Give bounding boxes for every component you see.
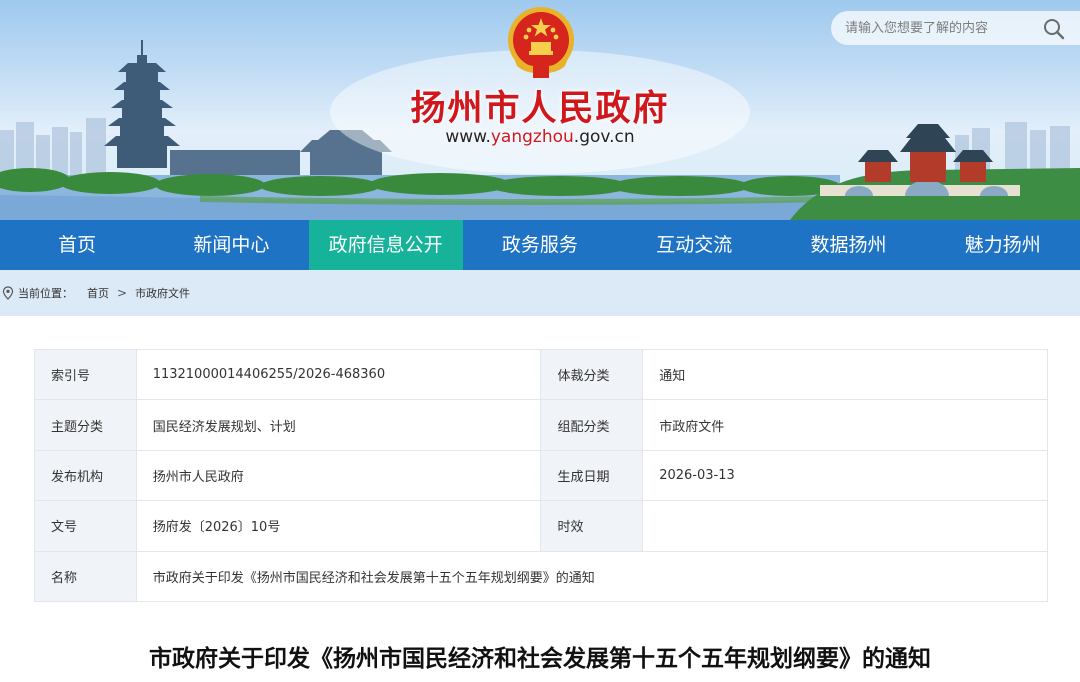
search-input[interactable] <box>845 11 1035 45</box>
site-url-prefix: www. <box>445 127 491 147</box>
meta-label-date: 生成日期 <box>540 449 644 502</box>
meta-label-publisher: 发布机构 <box>34 449 137 502</box>
document-title: 市政府关于印发《扬州市国民经济和社会发展第十五个五年规划纲要》的通知 <box>149 646 931 672</box>
nav-item-home[interactable]: 首页 <box>0 220 154 270</box>
meta-label-validity: 时效 <box>540 500 644 552</box>
document-metadata-table: 索引号 11321000014406255/2026-468360 体裁分类 通… <box>34 348 1049 602</box>
breadcrumb: 当前位置： 首页 > 市政府文件 <box>0 270 1080 316</box>
nav-item-interaction[interactable]: 互动交流 <box>617 220 771 270</box>
meta-label-name: 名称 <box>34 550 137 602</box>
site-url-domain: yangzhou <box>490 127 574 147</box>
site-title: 扬州市人民政府 <box>410 89 670 129</box>
breadcrumb-current-link[interactable]: 市政府文件 <box>135 285 190 301</box>
table-row: 文号 扬府发〔2026〕10号 时效 <box>34 500 1048 552</box>
meta-value-topic: 国民经济发展规划、计划 <box>135 399 542 451</box>
breadcrumb-label: 当前位置： <box>18 287 73 300</box>
search-box <box>831 11 1080 45</box>
national-emblem-icon <box>508 7 574 78</box>
site-url[interactable]: www.yangzhou.gov.cn <box>0 127 1080 147</box>
nav-item-charm[interactable]: 魅力扬州 <box>926 220 1080 270</box>
meta-label-topic: 主题分类 <box>34 399 137 451</box>
nav-item-news[interactable]: 新闻中心 <box>154 220 308 270</box>
nav-item-data[interactable]: 数据扬州 <box>771 220 925 270</box>
breadcrumb-chevron-icon: > <box>117 286 128 300</box>
meta-label-group: 组配分类 <box>540 399 644 451</box>
nav-item-gov-info[interactable]: 政府信息公开 <box>308 220 463 270</box>
meta-value-genre: 通知 <box>642 348 1048 401</box>
table-row: 主题分类 国民经济发展规划、计划 组配分类 市政府文件 <box>34 399 1048 451</box>
meta-value-date: 2026-03-13 <box>642 449 1048 502</box>
meta-value-name: 市政府关于印发《扬州市国民经济和社会发展第十五个五年规划纲要》的通知 <box>135 550 1049 602</box>
meta-label-genre: 体裁分类 <box>540 348 644 401</box>
main-nav: 首页 新闻中心 政府信息公开 政务服务 互动交流 数据扬州 魅力扬州 <box>0 220 1080 270</box>
meta-label-index: 索引号 <box>34 348 137 401</box>
meta-value-group: 市政府文件 <box>642 399 1048 451</box>
site-url-suffix: .gov.cn <box>573 127 635 147</box>
meta-value-validity <box>642 500 1048 552</box>
search-icon[interactable] <box>1041 16 1067 42</box>
meta-value-publisher: 扬州市人民政府 <box>135 449 542 502</box>
header-banner: 扬州市人民政府 www.yangzhou.gov.cn <box>0 0 1080 220</box>
table-row: 索引号 11321000014406255/2026-468360 体裁分类 通… <box>34 348 1048 401</box>
table-row: 发布机构 扬州市人民政府 生成日期 2026-03-13 <box>34 449 1048 502</box>
meta-value-doc-number: 扬府发〔2026〕10号 <box>135 500 542 552</box>
meta-label-doc-number: 文号 <box>34 500 137 552</box>
nav-item-services[interactable]: 政务服务 <box>463 220 617 270</box>
main-content: 索引号 11321000014406255/2026-468360 体裁分类 通… <box>0 316 1080 682</box>
breadcrumb-home-link[interactable]: 首页 <box>87 285 109 301</box>
table-row: 名称 市政府关于印发《扬州市国民经济和社会发展第十五个五年规划纲要》的通知 <box>34 550 1049 602</box>
meta-value-index: 11321000014406255/2026-468360 <box>135 348 542 401</box>
location-pin-icon <box>2 286 14 300</box>
